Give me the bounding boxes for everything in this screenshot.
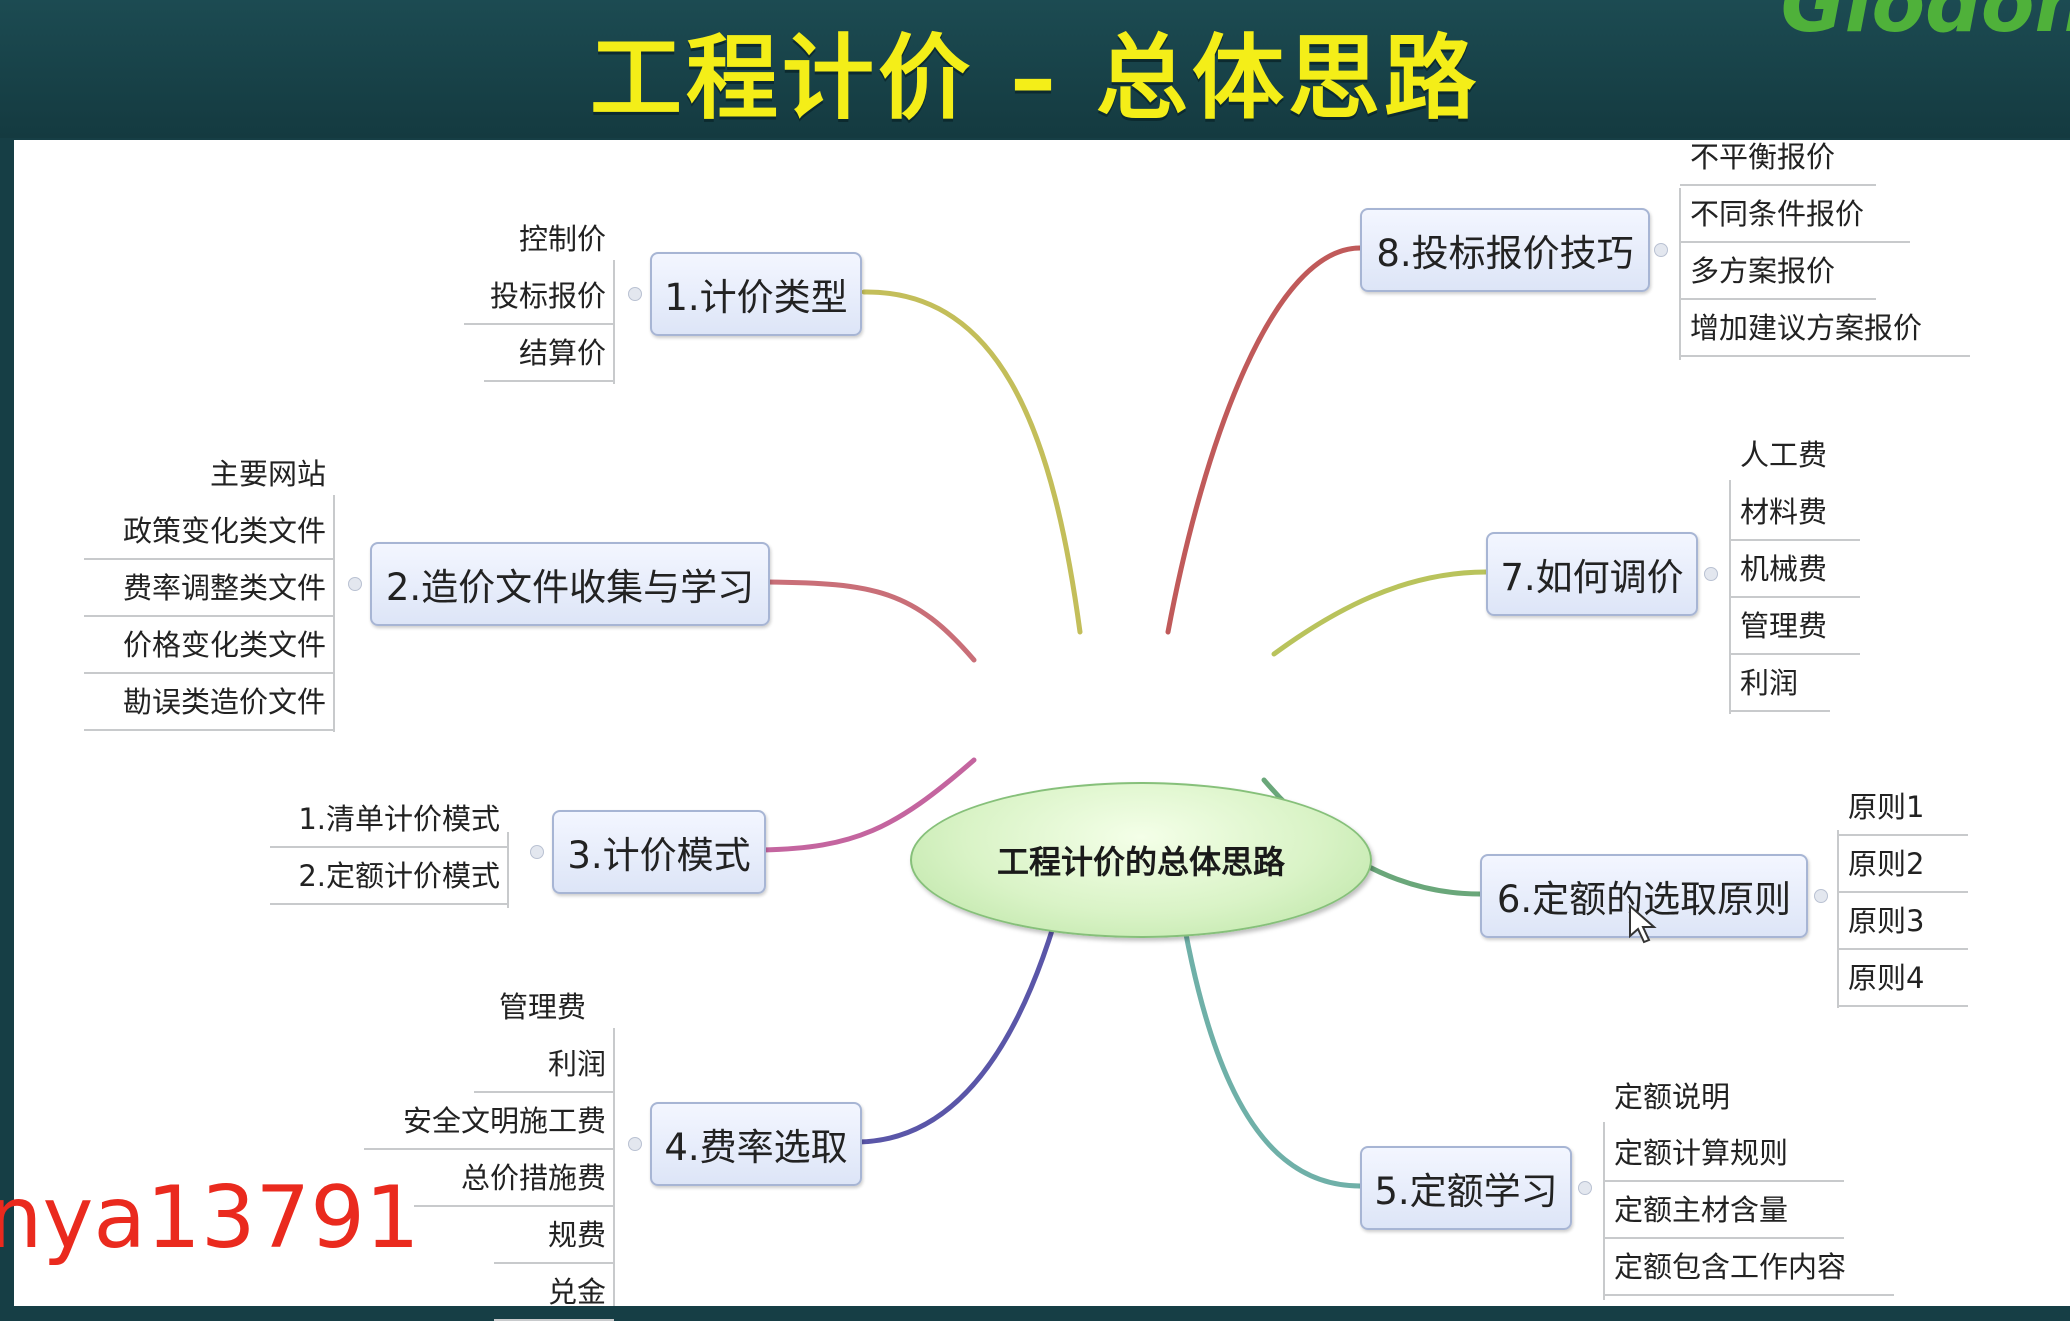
branch-pricing-mode[interactable]: 3.计价模式 (552, 810, 766, 894)
leaf-item[interactable]: 2.定额计价模式 (270, 853, 508, 905)
watermark-text: nya13791 (0, 1168, 420, 1268)
leaf-item[interactable]: 投标报价 (464, 273, 614, 325)
leaf-item[interactable]: 定额包含工作内容 (1604, 1244, 1894, 1296)
connector-line (861, 289, 1083, 635)
collapse-handle[interactable] (628, 1137, 642, 1151)
leaf-item[interactable]: 增加建议方案报价 (1680, 305, 1970, 357)
collapse-handle[interactable] (1654, 243, 1668, 257)
leaf-item[interactable]: 主要网站 (174, 451, 334, 503)
branch-rate-selection[interactable]: 4.费率选取 (650, 1102, 862, 1186)
leaf-item[interactable]: 利润 (1730, 660, 1830, 712)
leaf-item[interactable]: 不同条件报价 (1680, 191, 1910, 243)
brand-logo: Glodon (1780, 0, 2070, 50)
leaf-item[interactable]: 价格变化类文件 (84, 622, 334, 674)
leaf-item[interactable]: 原则4 (1838, 955, 1968, 1007)
leaf-item[interactable]: 控制价 (484, 216, 614, 268)
leaf-item[interactable]: 结算价 (484, 330, 614, 382)
leaf-item[interactable]: 原则3 (1838, 898, 1968, 950)
branch-price-adjustment[interactable]: 7.如何调价 (1486, 532, 1698, 616)
leaf-item[interactable]: 管理费 (1730, 603, 1860, 655)
leaf-item[interactable]: 利润 (474, 1041, 614, 1093)
central-topic[interactable]: 工程计价的总体思路 (910, 782, 1372, 938)
leaf-item[interactable]: 材料费 (1730, 489, 1860, 541)
leaf-item[interactable]: 管理费 (454, 984, 594, 1036)
branch-quota-study[interactable]: 5.定额学习 (1360, 1146, 1572, 1230)
leaf-item[interactable]: 费率调整类文件 (84, 565, 334, 617)
leaf-item[interactable]: 定额主材含量 (1604, 1187, 1844, 1239)
leaf-item[interactable]: 人工费 (1730, 432, 1860, 484)
collapse-handle[interactable] (530, 845, 544, 859)
connector-line (1271, 569, 1489, 657)
leaf-item[interactable]: 多方案报价 (1680, 248, 1876, 300)
page-title: 工程计价 – 总体思路 (589, 25, 1481, 132)
branch-bidding-skills[interactable]: 8.投标报价技巧 (1360, 208, 1650, 292)
leaf-item[interactable]: 不平衡报价 (1680, 134, 1876, 186)
collapse-handle[interactable] (1814, 889, 1828, 903)
connector-line (1165, 245, 1363, 635)
leaf-item[interactable]: 安全文明施工费 (364, 1098, 614, 1150)
leaf-item[interactable]: 1.清单计价模式 (270, 796, 508, 848)
leaf-item[interactable]: 原则1 (1838, 784, 1968, 836)
collapse-handle[interactable] (1704, 567, 1718, 581)
leaf-item[interactable]: 原则2 (1838, 841, 1968, 893)
leaf-item[interactable]: 定额说明 (1604, 1074, 1774, 1126)
connector-line (763, 579, 977, 663)
leaf-item[interactable]: 政策变化类文件 (84, 508, 334, 560)
leaf-item[interactable]: 勘误类造价文件 (84, 679, 334, 731)
collapse-handle[interactable] (628, 287, 642, 301)
title-bar: 工程计价 – 总体思路 Glodon (0, 0, 2070, 138)
leaf-item[interactable]: 兑金 (494, 1269, 614, 1321)
mindmap-canvas: 工程计价的总体思路 1.计价类型 控制价 投标报价 结算价 2.造价文件收集与学… (14, 140, 2070, 1321)
branch-pricing-type[interactable]: 1.计价类型 (650, 252, 862, 336)
leaf-item[interactable]: 机械费 (1730, 546, 1860, 598)
branch-cost-documents[interactable]: 2.造价文件收集与学习 (370, 542, 770, 626)
mouse-pointer-icon (1629, 904, 1657, 944)
leaf-item[interactable]: 总价措施费 (414, 1155, 614, 1207)
leaf-item[interactable]: 规费 (494, 1212, 614, 1264)
collapse-handle[interactable] (1578, 1181, 1592, 1195)
leaf-item[interactable]: 定额计算规则 (1604, 1130, 1844, 1182)
collapse-handle[interactable] (348, 577, 362, 591)
